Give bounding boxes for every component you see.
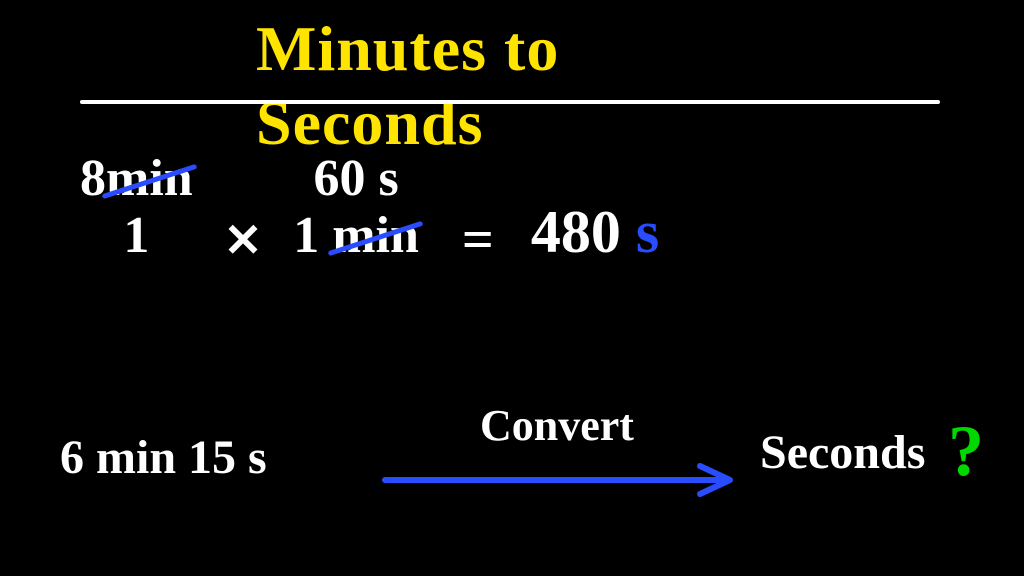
multiply-icon: ✕ bbox=[224, 213, 263, 267]
arrow-icon bbox=[380, 460, 750, 500]
page-title: Minutes to Seconds bbox=[256, 12, 768, 160]
title-underline bbox=[80, 100, 940, 104]
frac2-den-value: 1 bbox=[293, 207, 319, 264]
target-unit: Seconds bbox=[760, 425, 925, 480]
question-mark-icon: ? bbox=[948, 410, 984, 493]
result-unit: s bbox=[636, 199, 659, 265]
fraction-2: 60 s 1 min bbox=[293, 150, 419, 264]
convert-label: Convert bbox=[480, 400, 634, 451]
frac1-den: 1 bbox=[80, 207, 193, 264]
fraction-1: 8min 1 bbox=[80, 150, 193, 264]
frac2-num-value: 60 bbox=[313, 150, 365, 207]
frac2-num-unit: s bbox=[378, 150, 398, 207]
input-time: 6 min 15 s bbox=[60, 430, 267, 485]
equation-1: 8min 1 ✕ 60 s 1 min = 480 s bbox=[80, 150, 659, 272]
result-value: 480 bbox=[531, 199, 621, 265]
frac1-num-value: 8 bbox=[80, 150, 106, 207]
frac1-num-unit-cancelled: min bbox=[106, 150, 193, 207]
frac2-den-unit-cancelled: min bbox=[332, 207, 419, 264]
equals-icon: = bbox=[462, 208, 494, 272]
